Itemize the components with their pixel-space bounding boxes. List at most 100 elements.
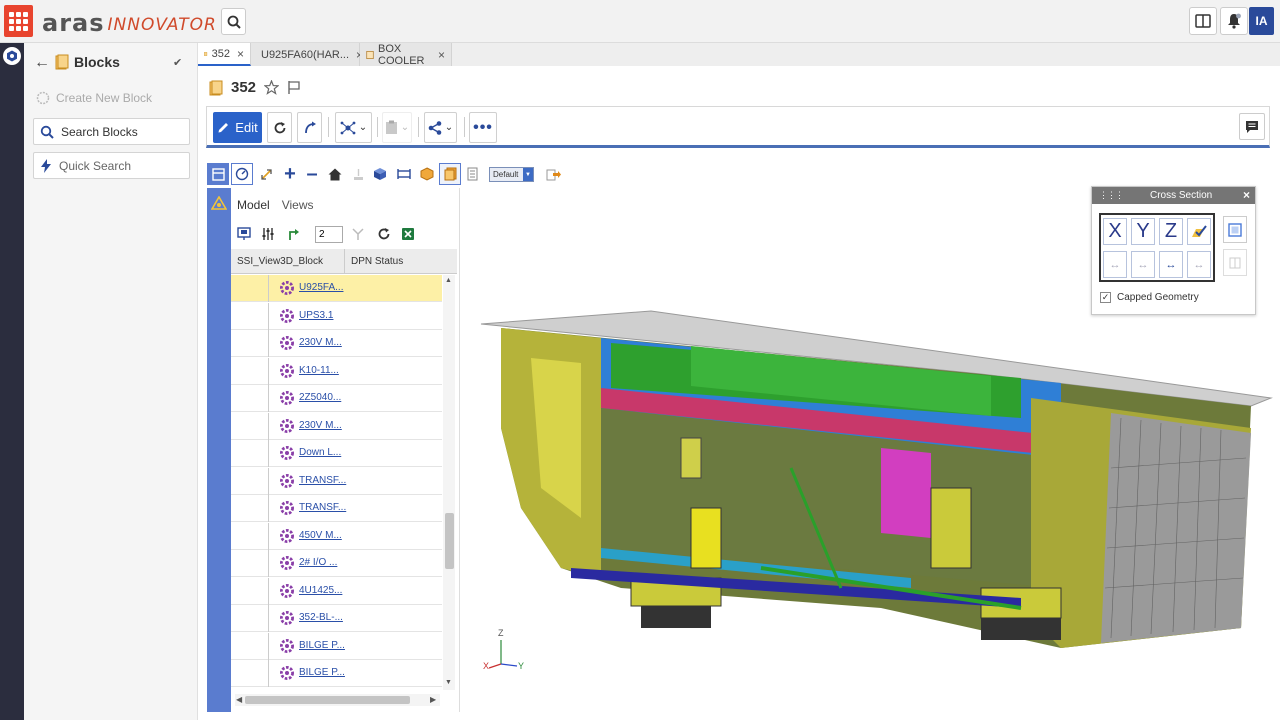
tab-352[interactable]: 352 × [198,43,251,66]
section-z-button[interactable]: Z [1159,218,1183,245]
scroll-thumb[interactable] [445,513,454,569]
flip-z-button[interactable]: ↔ [1159,251,1183,278]
capped-geometry-checkbox[interactable]: ✓ [1100,292,1111,303]
collapse-button[interactable] [349,225,367,243]
user-avatar[interactable]: IA [1249,7,1274,35]
zoom-in-button[interactable]: + [279,163,301,185]
flip-y-button[interactable]: ↔ [1131,251,1155,278]
orbit-tool-button[interactable] [231,163,253,185]
pin-icon[interactable]: ✔ [173,56,182,69]
part-link[interactable]: Down L... [299,447,341,458]
fit-view-button[interactable] [255,163,277,185]
table-row[interactable]: 230V M... [231,330,442,357]
star-icon[interactable] [264,80,280,95]
more-options-button[interactable]: ••• [469,112,497,143]
table-row[interactable]: UPS3.1 [231,302,442,330]
part-link[interactable]: 4U1425... [299,585,342,596]
cross-section-header[interactable]: ⋮⋮⋮ Cross Section × [1092,187,1255,204]
filter-settings-button[interactable] [259,225,277,243]
part-link[interactable]: TRANSF... [299,502,346,513]
cross-section-button[interactable] [439,163,461,185]
create-new-block-button[interactable]: Create New Block [36,89,152,107]
table-row[interactable]: 352-BL-... [231,605,442,632]
flip-x-button[interactable]: ↔ [1103,251,1127,278]
structure-tree-icon[interactable] [211,196,227,210]
section-custom-button[interactable] [1187,218,1211,245]
flag-icon[interactable] [287,80,301,95]
section-box-button[interactable] [1223,216,1247,243]
table-row[interactable]: 2# I/O ... [231,550,442,577]
part-link[interactable]: BILGE P... [299,640,345,651]
quick-search-button[interactable]: Quick Search [33,152,190,179]
expand-tree-button[interactable] [285,225,303,243]
explode-button[interactable] [347,163,369,185]
panel-toggle-button[interactable] [207,163,229,185]
edit-button[interactable]: Edit [213,112,262,143]
vertical-scrollbar[interactable]: ▲ ▼ [443,275,455,690]
tab-box-cooler[interactable]: BOX COOLER × [360,43,452,67]
discussion-button[interactable] [1239,113,1265,140]
table-row[interactable]: BILGE P... [231,632,442,660]
scroll-right-icon[interactable]: ▶ [430,695,436,704]
drag-handle-icon[interactable]: ⋮⋮⋮ [1099,190,1124,201]
capped-geometry-option[interactable]: ✓ Capped Geometry [1100,292,1199,303]
table-row[interactable]: 450V M... [231,522,442,550]
refresh-button[interactable] [267,112,292,143]
close-icon[interactable]: × [237,47,244,61]
table-row[interactable]: TRANSF... [231,467,442,495]
scroll-down-icon[interactable]: ▼ [445,679,452,686]
search-blocks-button[interactable]: Search Blocks [33,118,190,145]
layout-toggle-button[interactable] [1189,7,1217,35]
table-row[interactable]: BILGE P... [231,660,442,687]
structure-menu-button[interactable]: ⌄ [335,112,372,143]
table-row[interactable]: U925FA... [231,275,442,302]
table-row[interactable]: K10-11... [231,357,442,385]
part-link[interactable]: 450V M... [299,530,342,541]
table-row[interactable]: 230V M... [231,412,442,440]
tab-u925fa60[interactable]: U925FA60(HAR...× [251,43,363,66]
section-y-button[interactable]: Y [1131,218,1155,245]
section-x-button[interactable]: X [1103,218,1127,245]
save-view-button[interactable] [235,225,253,243]
scroll-thumb[interactable] [245,696,410,704]
share-menu-button[interactable]: ⌄ [424,112,457,143]
part-link[interactable]: UPS3.1 [299,310,333,321]
view-mode-select[interactable]: Default ▼ [489,167,534,182]
clipboard-menu-button[interactable]: ⌄ [382,112,412,143]
properties-button[interactable] [461,163,483,185]
section-object-button[interactable] [416,163,438,185]
part-link[interactable]: 230V M... [299,337,342,348]
column-header[interactable]: DPN Status [344,249,409,274]
measure-button[interactable] [393,163,415,185]
table-row[interactable]: 4U1425... [231,577,442,605]
close-icon[interactable]: × [438,48,445,62]
blocks-nav-icon[interactable] [3,47,21,65]
part-link[interactable]: BILGE P... [299,667,345,678]
relationship-button[interactable] [297,112,322,143]
level-input[interactable] [315,226,343,243]
scroll-left-icon[interactable]: ◀ [236,695,242,704]
close-icon[interactable]: × [1243,188,1250,202]
table-row[interactable]: 2Z5040... [231,385,442,412]
apps-menu-button[interactable] [4,5,33,37]
notifications-button[interactable] [1220,7,1248,35]
column-header[interactable]: SSI_View3D_Block [237,256,323,267]
part-link[interactable]: TRANSF... [299,475,346,486]
back-arrow-icon[interactable]: ← [34,54,50,72]
zoom-out-button[interactable]: – [301,163,323,185]
part-link[interactable]: 230V M... [299,420,342,431]
tab-model[interactable]: Model [237,198,270,212]
part-link[interactable]: K10-11... [299,365,339,376]
part-link[interactable]: 2# I/O ... [299,557,337,568]
tab-views[interactable]: Views [282,198,314,212]
export-excel-button[interactable] [399,225,417,243]
home-view-button[interactable] [324,163,346,185]
global-search-button[interactable] [221,8,246,35]
table-row[interactable]: TRANSF... [231,495,442,522]
part-link[interactable]: 352-BL-... [299,612,343,623]
export-view-button[interactable] [542,163,564,185]
part-link[interactable]: U925FA... [299,282,343,293]
render-mode-button[interactable] [369,163,391,185]
horizontal-scrollbar[interactable]: ◀ ▶ [235,694,440,706]
scroll-up-icon[interactable]: ▲ [445,277,452,284]
